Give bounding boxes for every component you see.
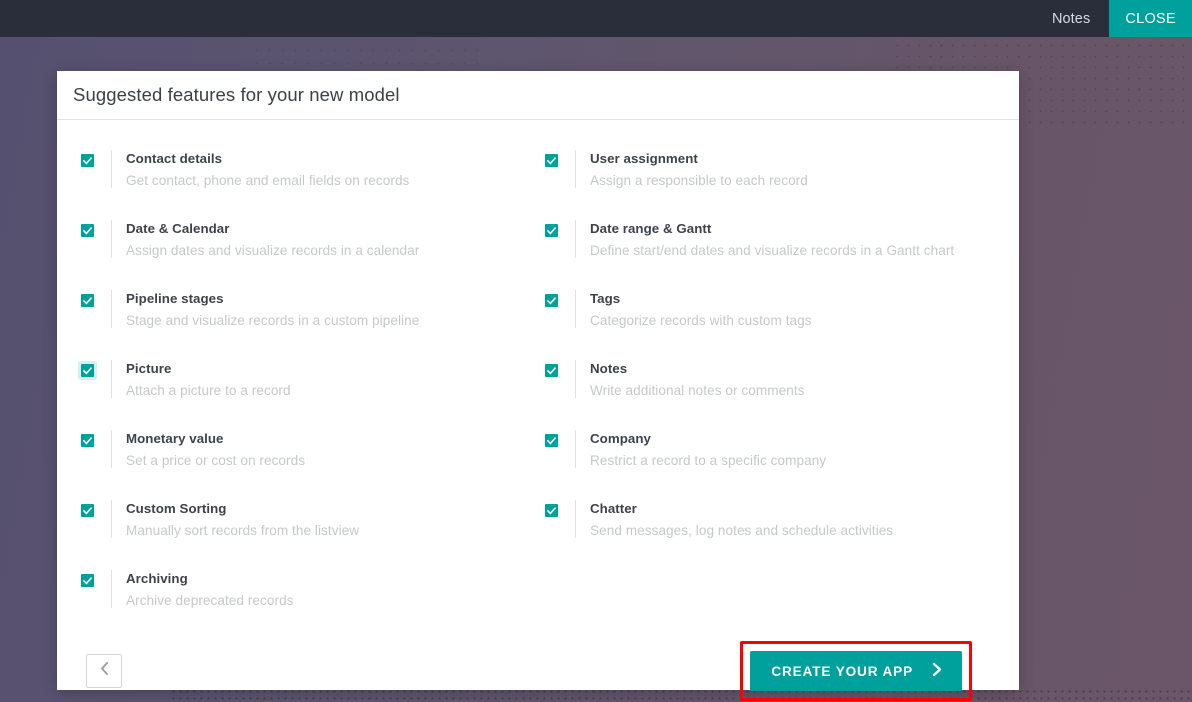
- feature-cell: Contact details Get contact, phone and em…: [81, 144, 545, 214]
- feature-label[interactable]: Pipeline stages: [126, 289, 419, 308]
- feature-item: Contact details Get contact, phone and em…: [81, 144, 545, 192]
- chevron-right-icon: [932, 662, 943, 680]
- feature-description: Get contact, phone and email fields on r…: [126, 173, 410, 188]
- feature-label[interactable]: Date range & Gantt: [590, 219, 954, 238]
- feature-description: Manually sort records from the listview: [126, 523, 360, 538]
- feature-label[interactable]: Chatter: [590, 499, 893, 518]
- feature-grid: Contact details Get contact, phone and em…: [81, 144, 995, 634]
- feature-texts: Date & Calendar Assign dates and visualiz…: [112, 218, 419, 262]
- feature-checkbox[interactable]: [81, 434, 94, 447]
- feature-cell: Tags Categorize records with custom tags: [545, 284, 1009, 354]
- feature-checkbox[interactable]: [81, 224, 94, 237]
- dialog-footer: CREATE YOUR APP: [57, 634, 1019, 702]
- feature-label[interactable]: Contact details: [126, 149, 409, 168]
- feature-texts: Archiving Archive deprecated records: [112, 568, 294, 612]
- top-navbar: Notes CLOSE: [0, 0, 1192, 37]
- feature-item: Archiving Archive deprecated records: [81, 564, 545, 612]
- navbar-close-label: CLOSE: [1125, 10, 1176, 27]
- feature-label[interactable]: Date & Calendar: [126, 219, 419, 238]
- feature-item: Custom Sorting Manually sort records from…: [81, 494, 545, 542]
- feature-texts: Picture Attach a picture to a record: [112, 358, 291, 402]
- navbar-close-button[interactable]: CLOSE: [1109, 0, 1192, 37]
- feature-checkbox[interactable]: [81, 154, 94, 167]
- feature-texts: Company Restrict a record to a specific c…: [576, 428, 826, 472]
- feature-checkbox[interactable]: [81, 504, 94, 517]
- feature-checkbox[interactable]: [81, 364, 94, 377]
- feature-description: Set a price or cost on records: [126, 453, 306, 468]
- feature-description: Stage and visualize records in a custom …: [126, 313, 420, 328]
- feature-item: Notes Write additional notes or comments: [545, 354, 1009, 402]
- feature-item: Company Restrict a record to a specific c…: [545, 424, 1009, 472]
- feature-checkbox[interactable]: [81, 294, 94, 307]
- feature-description: Archive deprecated records: [126, 593, 294, 608]
- feature-cell: Notes Write additional notes or comments: [545, 354, 1009, 424]
- chevron-left-icon: [100, 662, 108, 680]
- feature-description: Write additional notes or comments: [590, 383, 805, 398]
- feature-texts: Date range & Gantt Define start/end dates…: [576, 218, 954, 262]
- app-root: Notes CLOSE Suggested features for your …: [0, 0, 1192, 702]
- feature-cell: Pipeline stages Stage and visualize recor…: [81, 284, 545, 354]
- feature-item: Picture Attach a picture to a record: [81, 354, 545, 402]
- feature-checkbox[interactable]: [545, 224, 558, 237]
- feature-description: Assign a responsible to each record: [590, 173, 808, 188]
- feature-cell: Monetary value Set a price or cost on rec…: [81, 424, 545, 494]
- feature-description: Define start/end dates and visualize rec…: [590, 243, 955, 258]
- feature-item: Tags Categorize records with custom tags: [545, 284, 1009, 332]
- navbar-item-label: Notes: [1051, 10, 1091, 27]
- feature-cell: Chatter Send messages, log notes and sche…: [545, 494, 1009, 564]
- feature-checkbox[interactable]: [545, 294, 558, 307]
- feature-description: Assign dates and visualize records in a …: [126, 243, 420, 258]
- feature-cell: Picture Attach a picture to a record: [81, 354, 545, 424]
- feature-item: Chatter Send messages, log notes and sche…: [545, 494, 1009, 542]
- feature-checkbox[interactable]: [545, 364, 558, 377]
- feature-cell: Custom Sorting Manually sort records from…: [81, 494, 545, 564]
- feature-description: Send messages, log notes and schedule ac…: [590, 523, 894, 538]
- dialog-body: Contact details Get contact, phone and em…: [57, 120, 1019, 634]
- navbar-item-notes[interactable]: Notes: [1033, 0, 1109, 37]
- feature-label[interactable]: Tags: [590, 289, 812, 308]
- feature-item: Monetary value Set a price or cost on rec…: [81, 424, 545, 472]
- feature-checkbox[interactable]: [545, 434, 558, 447]
- feature-label[interactable]: Company: [590, 429, 826, 448]
- feature-cell: Archiving Archive deprecated records: [81, 564, 545, 634]
- create-app-highlight: CREATE YOUR APP: [740, 641, 972, 701]
- suggested-features-dialog: Suggested features for your new model Co…: [57, 71, 1019, 701]
- feature-label[interactable]: Custom Sorting: [126, 499, 359, 518]
- feature-texts: User assignment Assign a responsible to e…: [576, 148, 808, 192]
- feature-cell: User assignment Assign a responsible to e…: [545, 144, 1009, 214]
- feature-texts: Monetary value Set a price or cost on rec…: [112, 428, 305, 472]
- feature-cell: Date range & Gantt Define start/end dates…: [545, 214, 1009, 284]
- feature-texts: Pipeline stages Stage and visualize recor…: [112, 288, 419, 332]
- feature-description: Attach a picture to a record: [126, 383, 291, 398]
- create-your-app-button[interactable]: CREATE YOUR APP: [750, 651, 962, 691]
- feature-cell: Date & Calendar Assign dates and visualiz…: [81, 214, 545, 284]
- feature-texts: Contact details Get contact, phone and em…: [112, 148, 409, 192]
- feature-cell: [545, 564, 1009, 634]
- feature-item: Date range & Gantt Define start/end dates…: [545, 214, 1009, 262]
- feature-checkbox[interactable]: [81, 574, 94, 587]
- dialog-header: Suggested features for your new model: [57, 71, 1019, 120]
- dialog-title: Suggested features for your new model: [73, 84, 400, 105]
- feature-item: Date & Calendar Assign dates and visualiz…: [81, 214, 545, 262]
- feature-texts: Chatter Send messages, log notes and sche…: [576, 498, 893, 542]
- feature-texts: Tags Categorize records with custom tags: [576, 288, 812, 332]
- feature-item: Pipeline stages Stage and visualize recor…: [81, 284, 545, 332]
- feature-checkbox[interactable]: [545, 504, 558, 517]
- feature-checkbox[interactable]: [545, 154, 558, 167]
- feature-label[interactable]: Archiving: [126, 569, 294, 588]
- create-your-app-label: CREATE YOUR APP: [771, 663, 913, 679]
- feature-label[interactable]: User assignment: [590, 149, 808, 168]
- feature-label[interactable]: Picture: [126, 359, 291, 378]
- feature-description: Categorize records with custom tags: [590, 313, 812, 328]
- feature-cell: Company Restrict a record to a specific c…: [545, 424, 1009, 494]
- back-button[interactable]: [86, 654, 122, 688]
- feature-label[interactable]: Notes: [590, 359, 805, 378]
- feature-label[interactable]: Monetary value: [126, 429, 305, 448]
- feature-texts: Custom Sorting Manually sort records from…: [112, 498, 359, 542]
- feature-texts: Notes Write additional notes or comments: [576, 358, 805, 402]
- feature-item: User assignment Assign a responsible to e…: [545, 144, 1009, 192]
- feature-description: Restrict a record to a specific company: [590, 453, 827, 468]
